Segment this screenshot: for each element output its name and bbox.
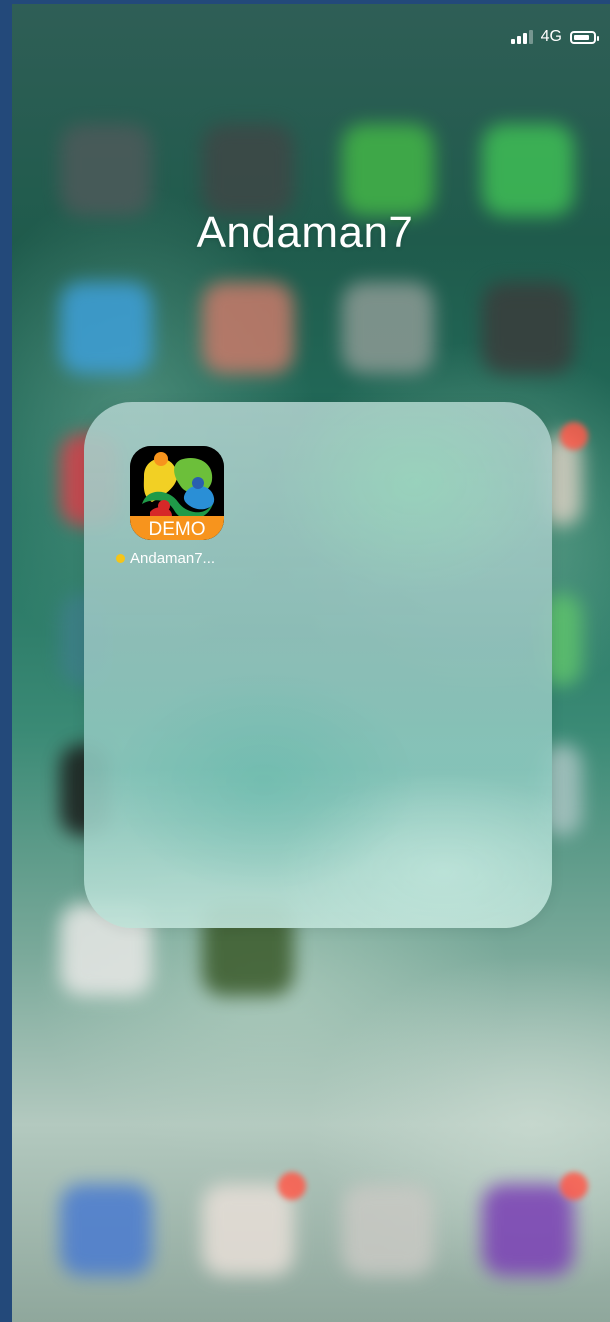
- app-label: Andaman7...: [116, 550, 215, 567]
- blurred-dock-app-icon: [482, 1184, 574, 1276]
- network-type-label: 4G: [540, 28, 562, 45]
- battery-icon: [570, 30, 599, 44]
- battery-level-fill: [574, 34, 589, 40]
- blurred-dock-app-icon: [202, 1184, 294, 1276]
- status-bar: 4G: [510, 28, 599, 46]
- blurred-app-icon: [482, 124, 574, 216]
- blurred-notification-badge: [560, 422, 588, 450]
- folder-title[interactable]: Andaman7: [0, 208, 610, 258]
- blurred-notification-badge: [278, 1172, 306, 1200]
- cellular-signal-icon: [510, 30, 533, 44]
- blurred-app-icon: [60, 124, 152, 216]
- blurred-dock-app-icon: [60, 1184, 152, 1276]
- folder-app-andaman7-demo[interactable]: DEMO Andaman7...: [116, 446, 238, 576]
- andaman7-demo-app-icon[interactable]: DEMO: [130, 446, 224, 540]
- blurred-app-icon: [482, 282, 574, 374]
- app-label-text: Andaman7...: [130, 550, 216, 567]
- blurred-app-icon: [342, 124, 434, 216]
- blurred-app-icon: [342, 282, 434, 374]
- blurred-dock-app-icon: [342, 1184, 434, 1276]
- blurred-app-icon: [202, 282, 294, 374]
- demo-banner-text: DEMO: [149, 519, 206, 540]
- blurred-app-icon: [60, 282, 152, 374]
- blurred-notification-badge: [560, 1172, 588, 1200]
- blurred-app-icon: [202, 124, 294, 216]
- new-app-dot-icon: [116, 554, 125, 563]
